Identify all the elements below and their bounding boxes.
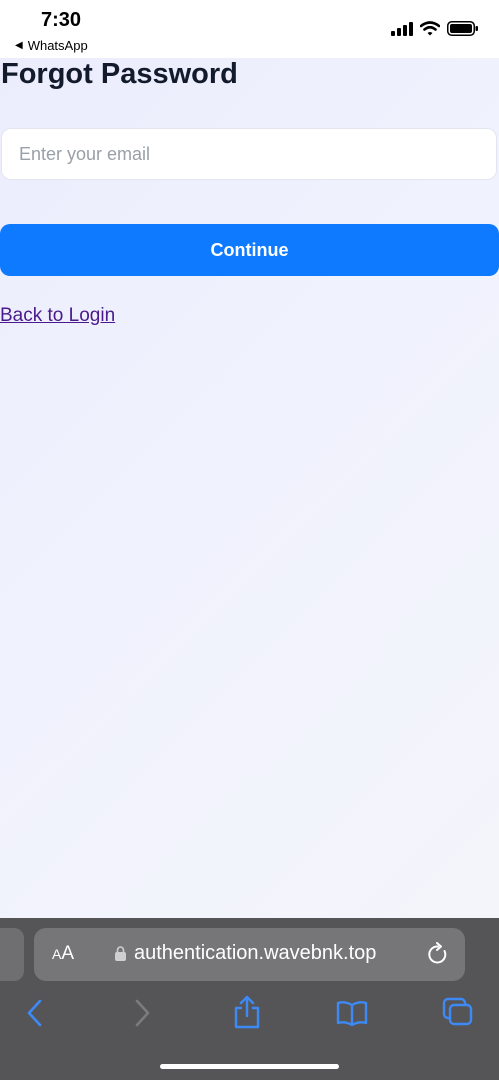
- tabs-icon[interactable]: [442, 997, 474, 1032]
- reload-icon[interactable]: [427, 942, 449, 971]
- safari-toolbar: AA authentication.wavebnk.top: [0, 918, 499, 1080]
- share-icon[interactable]: [233, 995, 261, 1034]
- signal-icon: [391, 21, 413, 41]
- status-bar: 7:30 ◀ WhatsApp: [0, 0, 499, 58]
- page-title: Forgot Password: [1, 58, 238, 90]
- back-triangle-icon: ◀: [15, 40, 23, 51]
- wifi-icon: [419, 21, 441, 41]
- address-bar[interactable]: AA authentication.wavebnk.top: [34, 928, 465, 981]
- reader-options-button[interactable]: AA: [52, 943, 74, 965]
- page-content: Forgot Password Continue Back to Login: [0, 58, 499, 918]
- back-app-label: WhatsApp: [27, 38, 88, 53]
- bookmarks-icon[interactable]: [336, 1000, 368, 1031]
- url-text: authentication.wavebnk.top: [134, 942, 377, 964]
- status-icons: [391, 21, 479, 41]
- back-to-login-link[interactable]: Back to Login: [0, 305, 115, 327]
- forward-icon[interactable]: [132, 998, 152, 1033]
- home-indicator: [160, 1064, 339, 1069]
- battery-icon: [447, 21, 479, 41]
- back-icon[interactable]: [25, 998, 45, 1033]
- status-time: 7:30: [41, 9, 82, 31]
- previous-tab-preview[interactable]: [0, 928, 24, 981]
- continue-button[interactable]: Continue: [0, 224, 499, 276]
- email-input[interactable]: [1, 128, 497, 180]
- back-to-app-link[interactable]: ◀ WhatsApp: [15, 38, 88, 53]
- lock-icon: [115, 946, 126, 966]
